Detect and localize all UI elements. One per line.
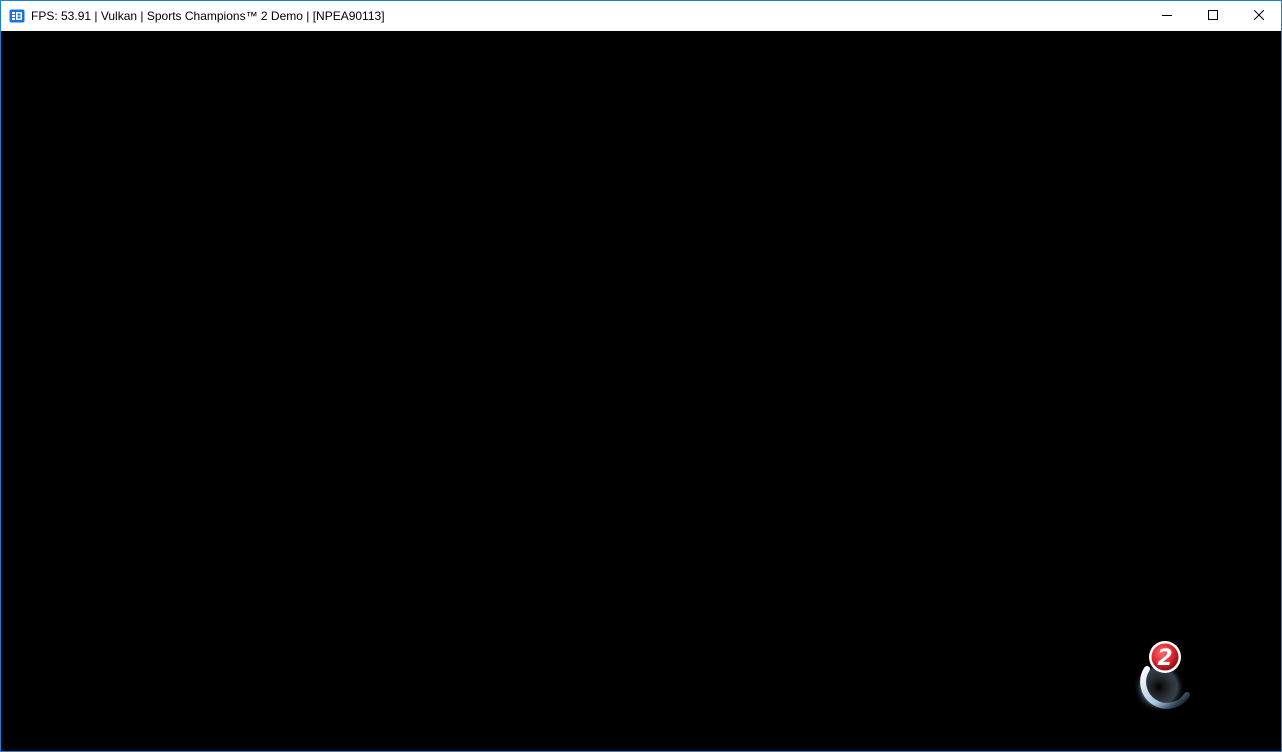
minimize-icon [1162, 7, 1172, 25]
game-window: FPS: 53.91 | Vulkan | Sports Champions™ … [0, 0, 1282, 752]
rpcs3-icon[interactable] [9, 8, 25, 24]
title-bar[interactable]: FPS: 53.91 | Vulkan | Sports Champions™ … [1, 1, 1281, 31]
game-viewport[interactable]: 2 [1, 31, 1281, 751]
maximize-icon [1208, 7, 1218, 25]
window-title: FPS: 53.91 | Vulkan | Sports Champions™ … [31, 9, 385, 23]
close-button[interactable] [1236, 1, 1281, 31]
sports-champions-2-loading-icon: 2 [1125, 635, 1197, 715]
loading-badge-number: 2 [1157, 646, 1172, 671]
maximize-button[interactable] [1190, 1, 1236, 31]
close-icon [1253, 7, 1265, 25]
minimize-button[interactable] [1144, 1, 1190, 31]
